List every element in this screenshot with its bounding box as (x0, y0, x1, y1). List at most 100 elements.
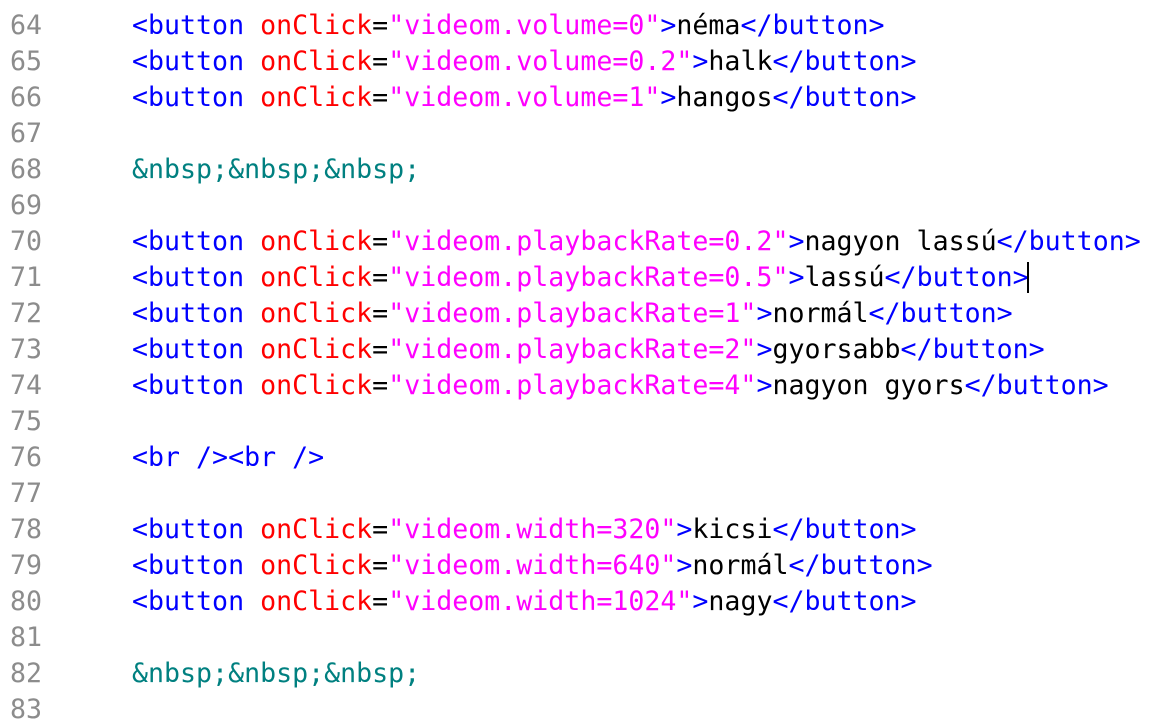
code-content[interactable]: <button onClick="videom.width=1024">nagy… (132, 584, 917, 620)
code-string: "videom.volume=0.2" (388, 46, 693, 77)
line-number: 69 (10, 190, 43, 221)
code-content[interactable]: <button onClick="videom.width=640">normá… (132, 548, 933, 584)
code-tag: <button (132, 334, 261, 365)
code-tag: <button (132, 262, 261, 293)
text-cursor (1027, 262, 1029, 293)
line-number: 72 (10, 298, 43, 329)
code-content[interactable]: <button onClick="videom.playbackRate=0.2… (132, 224, 1141, 260)
code-tag: </button> (964, 370, 1109, 401)
line-number: 68 (10, 154, 43, 185)
line-number: 82 (10, 658, 43, 689)
code-text: nagyon lassú (804, 226, 997, 257)
code-text: lassú (804, 262, 885, 293)
code-operator: = (372, 370, 389, 401)
code-tag: </button> (772, 82, 917, 113)
code-content[interactable]: <button onClick="videom.volume=0">néma</… (132, 8, 885, 44)
code-content[interactable]: <button onClick="videom.playbackRate=1">… (132, 296, 1013, 332)
code-tag: <button (132, 550, 261, 581)
line-number: 64 (10, 10, 43, 41)
code-entity: &nbsp;&nbsp;&nbsp; (132, 658, 421, 689)
code-text: gyorsabb (772, 334, 901, 365)
code-string: "videom.width=640" (388, 550, 677, 581)
code-tag: </button> (772, 46, 917, 77)
line-number: 67 (10, 118, 43, 149)
code-text: nagy (708, 586, 773, 617)
code-operator: = (372, 82, 389, 113)
line-number: 73 (10, 334, 43, 365)
code-tag: > (676, 550, 693, 581)
code-editor[interactable]: 64 <button onClick="videom.volume=0">néma… (0, 0, 1172, 722)
code-string: "videom.playbackRate=1" (388, 298, 757, 329)
code-operator: = (372, 298, 389, 329)
code-attribute: onClick (260, 514, 373, 545)
code-string: "videom.width=1024" (388, 586, 693, 617)
code-string: "videom.playbackRate=4" (388, 370, 757, 401)
code-content[interactable]: <button onClick="videom.playbackRate=4">… (132, 368, 1109, 404)
code-tag: > (676, 514, 693, 545)
code-attribute: onClick (260, 10, 373, 41)
code-tag: </button> (740, 10, 885, 41)
code-operator: = (372, 550, 389, 581)
code-string: "videom.playbackRate=0.5" (388, 262, 789, 293)
code-attribute: onClick (260, 226, 373, 257)
code-content[interactable]: <button onClick="videom.playbackRate=0.5… (132, 260, 1029, 296)
code-tag: </button> (868, 298, 1013, 329)
code-attribute: onClick (260, 370, 373, 401)
code-tag: </button> (884, 262, 1029, 293)
code-tag: > (756, 334, 773, 365)
code-tag: </button> (996, 226, 1141, 257)
line-number: 80 (10, 586, 43, 617)
code-tag: <button (132, 10, 261, 41)
line-number: 79 (10, 550, 43, 581)
code-operator: = (372, 586, 389, 617)
code-content[interactable]: <button onClick="videom.width=320">kicsi… (132, 512, 917, 548)
code-tag: <button (132, 370, 261, 401)
code-tag: > (756, 298, 773, 329)
line-number: 70 (10, 226, 43, 257)
code-content[interactable]: <br /><br /> (132, 440, 324, 476)
line-number: 71 (10, 262, 43, 293)
code-string: "videom.width=320" (388, 514, 677, 545)
code-tag: <button (132, 226, 261, 257)
code-operator: = (372, 10, 389, 41)
code-tag: <button (132, 298, 261, 329)
code-attribute: onClick (260, 334, 373, 365)
code-content[interactable]: &nbsp;&nbsp;&nbsp; (132, 152, 420, 188)
code-operator: = (372, 262, 389, 293)
code-text: nagyon gyors (772, 370, 965, 401)
line-number: 77 (10, 478, 43, 509)
line-number: 78 (10, 514, 43, 545)
code-attribute: onClick (260, 262, 373, 293)
code-tag: > (788, 262, 805, 293)
line-number: 74 (10, 370, 43, 401)
code-tag: > (692, 586, 709, 617)
line-number: 81 (10, 622, 43, 653)
code-tag: > (756, 370, 773, 401)
code-tag: <button (132, 514, 261, 545)
code-text: hangos (676, 82, 773, 113)
code-tag: </button> (900, 334, 1045, 365)
code-entity: &nbsp;&nbsp;&nbsp; (132, 154, 421, 185)
code-attribute: onClick (260, 586, 373, 617)
line-number: 76 (10, 442, 43, 473)
code-tag: <button (132, 82, 261, 113)
code-content[interactable]: &nbsp;&nbsp;&nbsp; (132, 656, 420, 692)
code-text: normál (772, 298, 869, 329)
code-content[interactable]: <button onClick="videom.volume=0.2">halk… (132, 44, 917, 80)
line-number: 75 (10, 406, 43, 437)
code-operator: = (372, 226, 389, 257)
code-operator: = (372, 46, 389, 77)
code-operator: = (372, 514, 389, 545)
line-number: 65 (10, 46, 43, 77)
code-string: "videom.playbackRate=2" (388, 334, 757, 365)
code-attribute: onClick (260, 46, 373, 77)
code-content[interactable]: <button onClick="videom.playbackRate=2">… (132, 332, 1045, 368)
code-tag: </button> (772, 514, 917, 545)
code-tag: <button (132, 586, 261, 617)
line-number: 83 (10, 694, 43, 722)
code-tag: > (660, 10, 677, 41)
code-content[interactable]: <button onClick="videom.volume=1">hangos… (132, 80, 917, 116)
code-tag: <br /><br /> (132, 442, 325, 473)
code-string: "videom.volume=0" (388, 10, 661, 41)
code-tag: </button> (772, 586, 917, 617)
